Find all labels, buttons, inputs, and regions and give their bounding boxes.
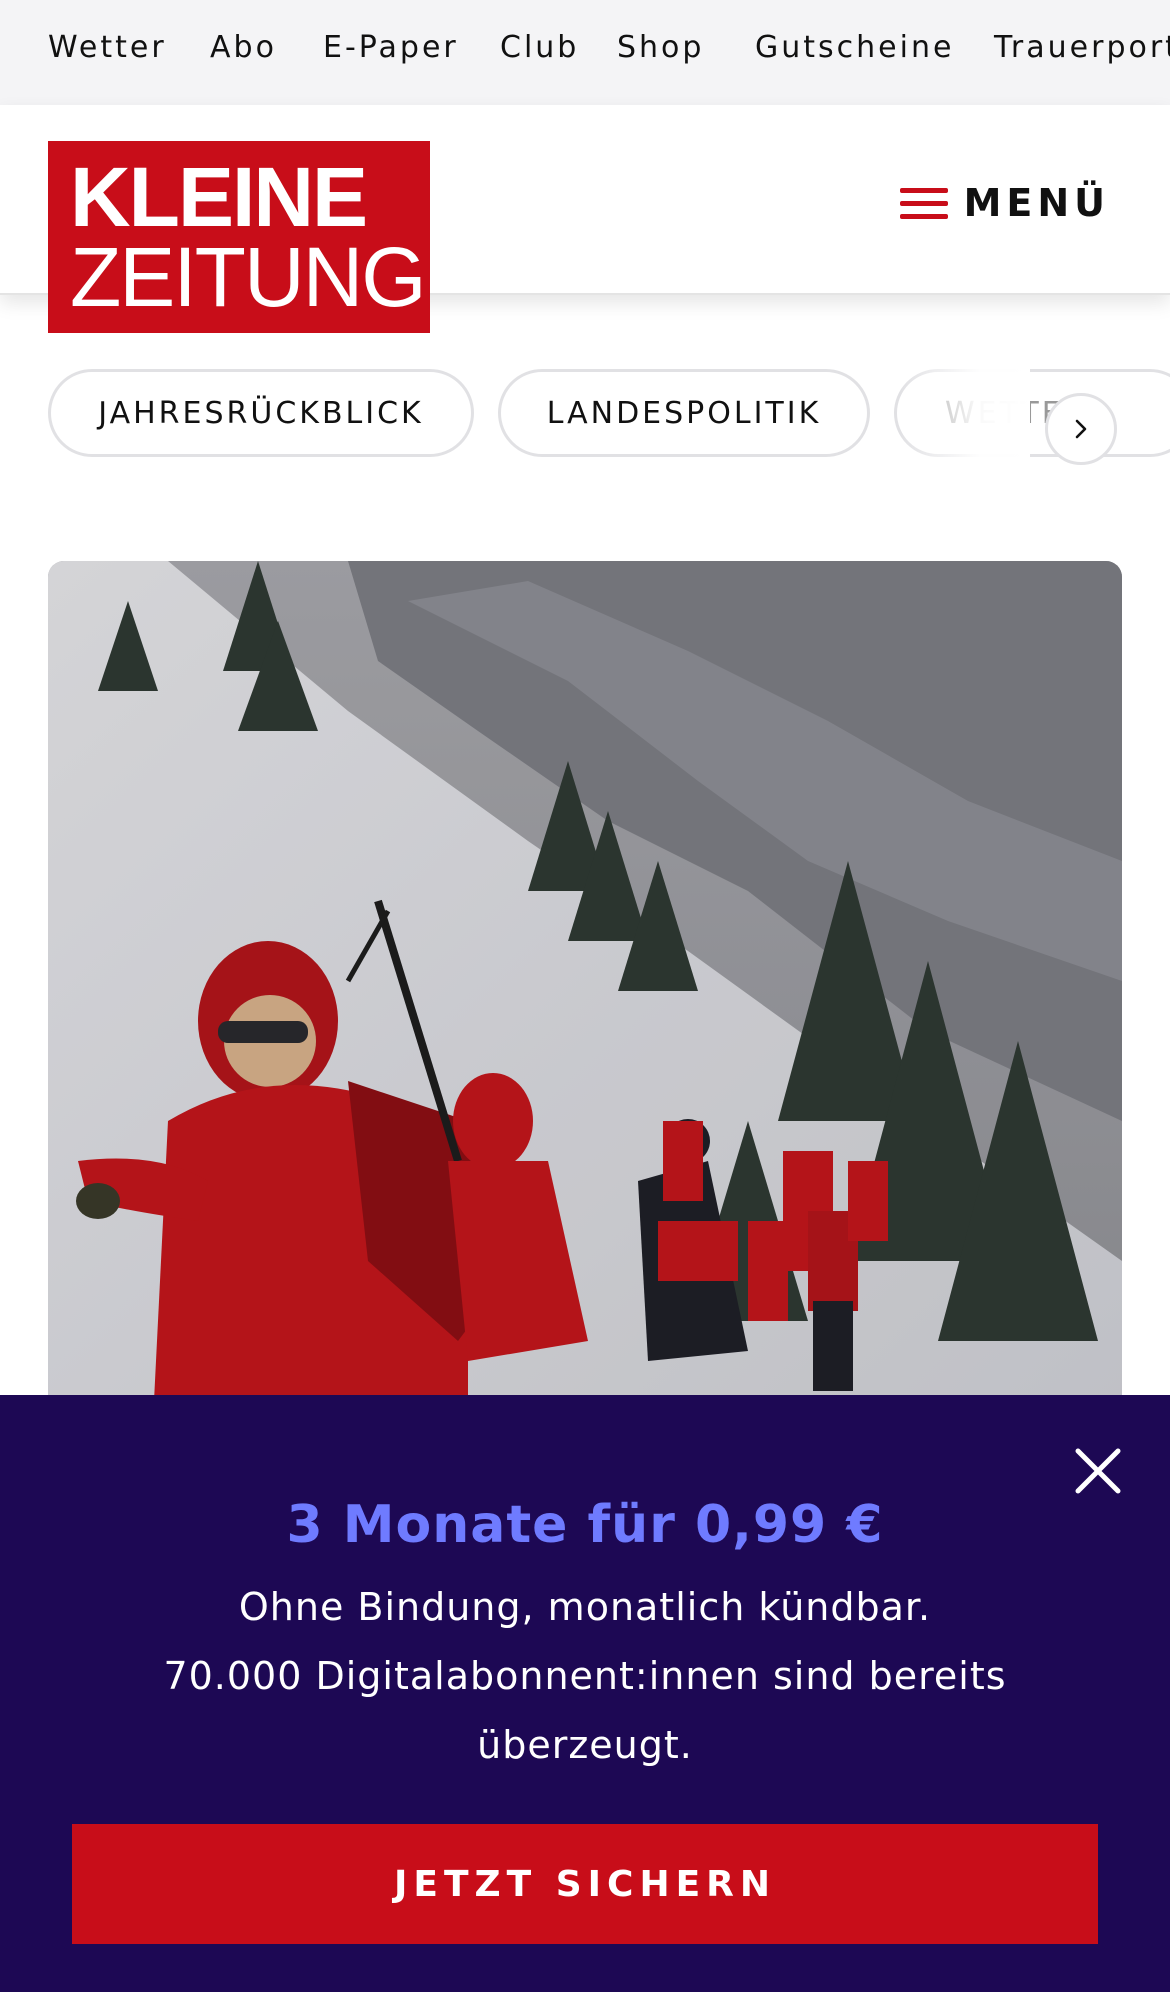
chip-jahresrueckblick[interactable]: JAHRESRÜCKBLICK [48, 369, 474, 457]
site-header: KLEINE ZEITUNG MENÜ [0, 105, 1170, 333]
promo-headline: 3 Monate für 0,99 € [286, 1495, 884, 1555]
chip-landespolitik[interactable]: LANDESPOLITIK [498, 369, 870, 457]
utility-nav: Wetter Abo E-Paper Club Shop Gutscheine … [0, 0, 1170, 105]
hamburger-icon [900, 185, 948, 221]
promo-line-cancel: Ohne Bindung, monatlich kündbar. [238, 1585, 932, 1629]
subscription-promo: 3 Monate für 0,99 € Ohne Bindung, monatl… [0, 1395, 1170, 1992]
logo-text-kleine: KLEINE [70, 150, 368, 244]
nav-link-shop[interactable]: Shop [617, 30, 704, 65]
chip-scroll-fade [900, 365, 1030, 465]
nav-link-trauerportal[interactable]: Trauerportal [994, 30, 1170, 65]
topic-chips: JAHRESRÜCKBLICK LANDESPOLITIK WETTER [0, 365, 1170, 465]
nav-link-epaper[interactable]: E-Paper [323, 30, 459, 65]
promo-description: Ohne Bindung, monatlich kündbar. 70.000 … [130, 1573, 1040, 1780]
nav-link-abo[interactable]: Abo [210, 30, 277, 65]
chip-scroll-right-button[interactable] [1045, 393, 1117, 465]
chevron-right-icon [1075, 419, 1087, 439]
nav-link-gutscheine[interactable]: Gutscheine [755, 30, 954, 65]
nav-link-club[interactable]: Club [500, 30, 579, 65]
subscribe-now-button[interactable]: JETZT SICHERN [72, 1824, 1098, 1944]
article-hero-image[interactable] [48, 561, 1122, 1521]
promo-line-subscribers: 70.000 Digitalabonnent:innen sind bereit… [163, 1654, 1007, 1767]
close-promo-button[interactable] [1070, 1443, 1126, 1499]
mountain-rescue-photo [48, 561, 1122, 1521]
close-icon [1075, 1448, 1121, 1494]
nav-link-wetter[interactable]: Wetter [48, 30, 167, 65]
kleine-zeitung-logo[interactable]: KLEINE ZEITUNG [48, 141, 430, 333]
logo-text-zeitung: ZEITUNG [70, 230, 427, 324]
menu-button[interactable]: MENÜ [900, 175, 1110, 231]
menu-label: MENÜ [963, 181, 1110, 225]
